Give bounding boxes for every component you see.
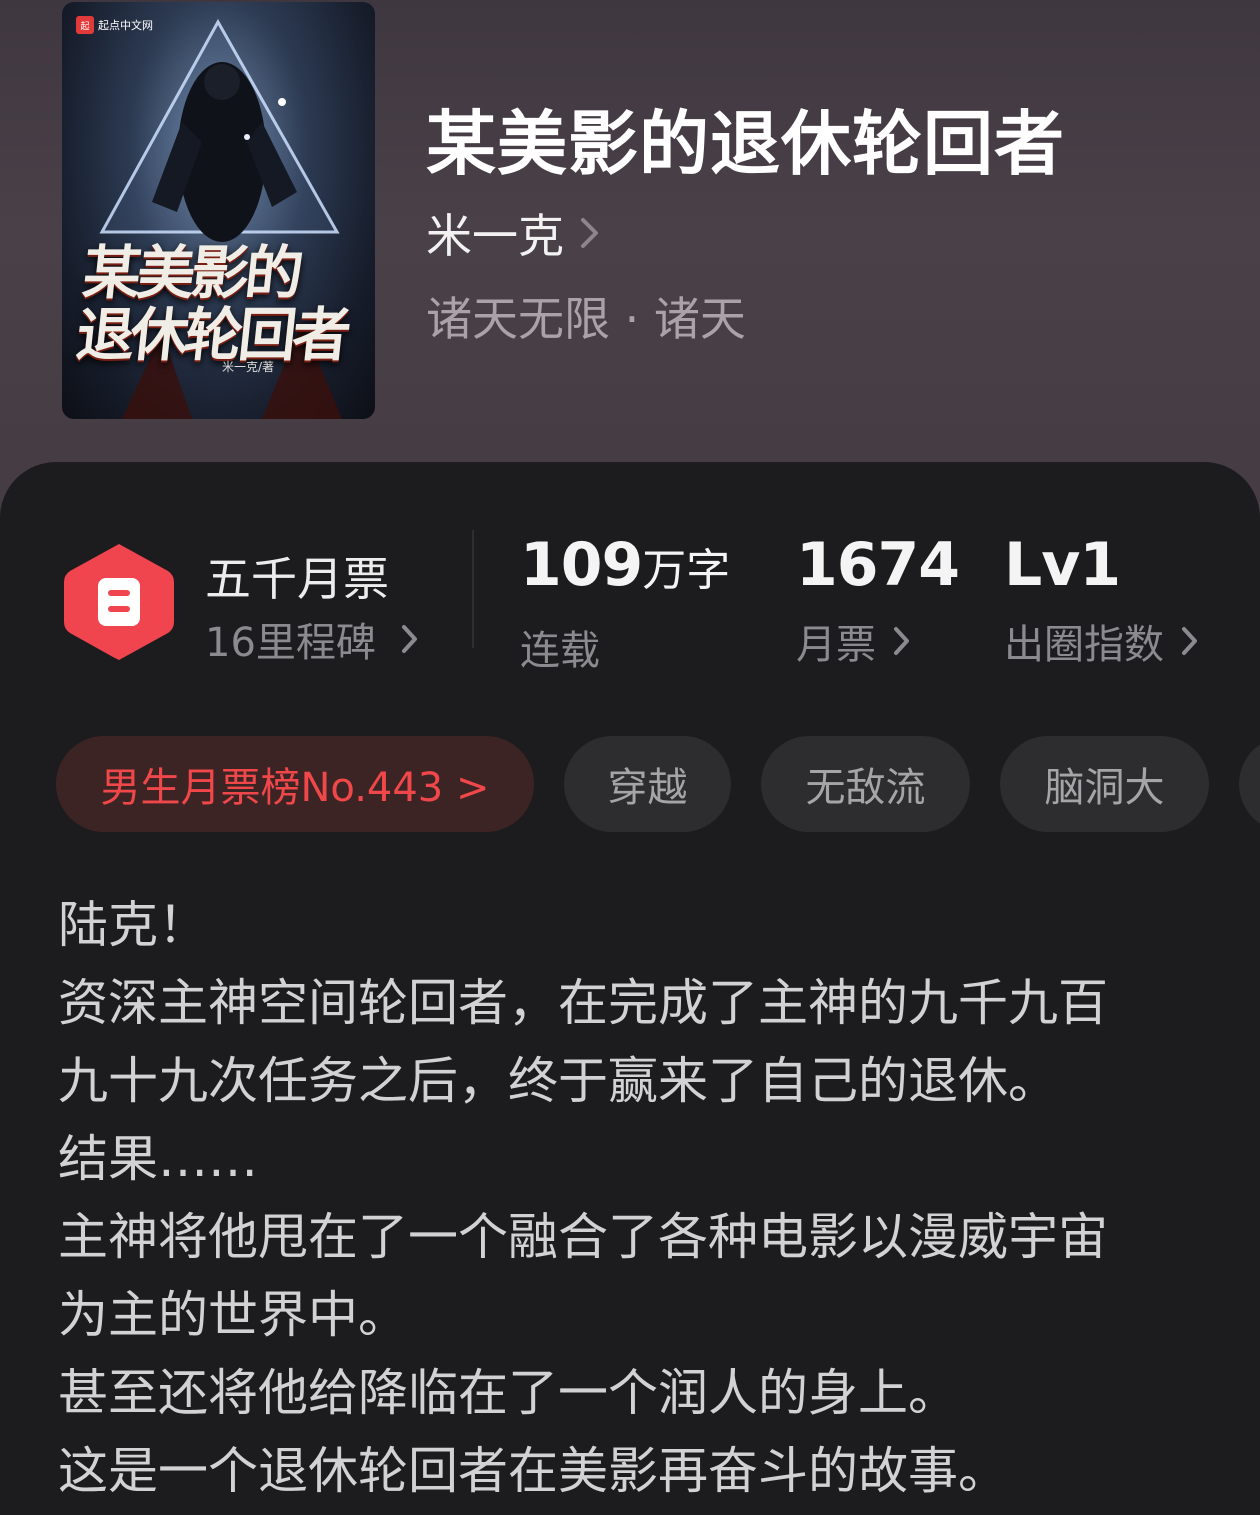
cover-brand-text: 起点中文网: [98, 19, 153, 32]
cover-title: 某美影的 退休轮回者: [73, 239, 371, 369]
tag-chip-overflow[interactable]: [1239, 736, 1260, 832]
word-count-number: 109: [520, 530, 643, 600]
description-line: 陆克！: [58, 896, 208, 954]
milestone-link[interactable]: 16里程碑: [205, 610, 420, 668]
circle-index-stat[interactable]: Lv1 出圈指数: [1004, 530, 1200, 670]
milestone-label: 16里程碑: [205, 620, 376, 666]
monthly-ticket-stat[interactable]: 1674 月票: [796, 530, 960, 670]
word-count-stat: 109万字 连载: [520, 530, 730, 676]
circle-index-value: Lv1: [1004, 530, 1121, 600]
cover-title-line1: 某美影的: [79, 239, 303, 307]
chevron-right-icon: [894, 627, 909, 655]
word-count-value: 109万字: [520, 530, 730, 606]
description-line: 甚至还将他给降临在了一个润人的身上。: [58, 1364, 958, 1422]
monthly-ticket-label: 月票: [796, 622, 876, 668]
cover-brand-badge: 起 起点中文网: [70, 14, 159, 36]
description-line: 主神将他甩在了一个融合了各种电影以漫威宇宙: [58, 1208, 1108, 1266]
circle-index-label: 出圈指数: [1004, 622, 1164, 668]
word-count-unit: 万字: [642, 545, 731, 596]
book-genre: 诸天无限 · 诸天: [426, 292, 746, 346]
rank-tag[interactable]: 男生月票榜No.443 >: [56, 736, 534, 832]
chevron-right-icon: [581, 218, 598, 248]
author-link[interactable]: 米一克: [426, 200, 602, 266]
book-cover-image[interactable]: 起 起点中文网 某美影的 退休轮回者 米一克/著: [62, 2, 375, 419]
monthly-ticket-value: 1674: [796, 530, 960, 600]
medal-title: 五千月票: [205, 552, 389, 606]
chevron-right-icon: [1182, 627, 1197, 655]
cover-title-line2: 退休轮回者: [73, 301, 351, 369]
chevron-right-icon: [401, 625, 417, 653]
book-description[interactable]: 陆克！ 资深主神空间轮回者，在完成了主神的九千九百 九十九次任务之后，终于赢来了…: [58, 886, 1208, 1510]
description-line: 这是一个退休轮回者在美影再奋斗的故事。: [58, 1442, 1008, 1500]
book-title: 某美影的退休轮回者: [426, 102, 1065, 185]
ticket-icon: [64, 544, 174, 660]
description-line: 为主的世界中。: [58, 1286, 408, 1344]
tag-chip[interactable]: 脑洞大: [1000, 736, 1209, 832]
status-label: 连载: [520, 628, 600, 674]
cover-author: 米一克/著: [222, 360, 275, 374]
brand-logo-icon: 起: [76, 16, 94, 34]
author-name: 米一克: [426, 209, 564, 263]
description-line: 九十九次任务之后，终于赢来了自己的退休。: [58, 1052, 1058, 1110]
stats-divider: [472, 530, 474, 648]
tag-row: 男生月票榜No.443 > 穿越 无敌流 脑洞大: [56, 736, 1260, 832]
tag-chip[interactable]: 无敌流: [761, 736, 970, 832]
description-line: 结果……: [58, 1130, 258, 1188]
tag-chip[interactable]: 穿越: [564, 736, 731, 832]
description-line: 资深主神空间轮回者，在完成了主神的九千九百: [58, 974, 1108, 1032]
